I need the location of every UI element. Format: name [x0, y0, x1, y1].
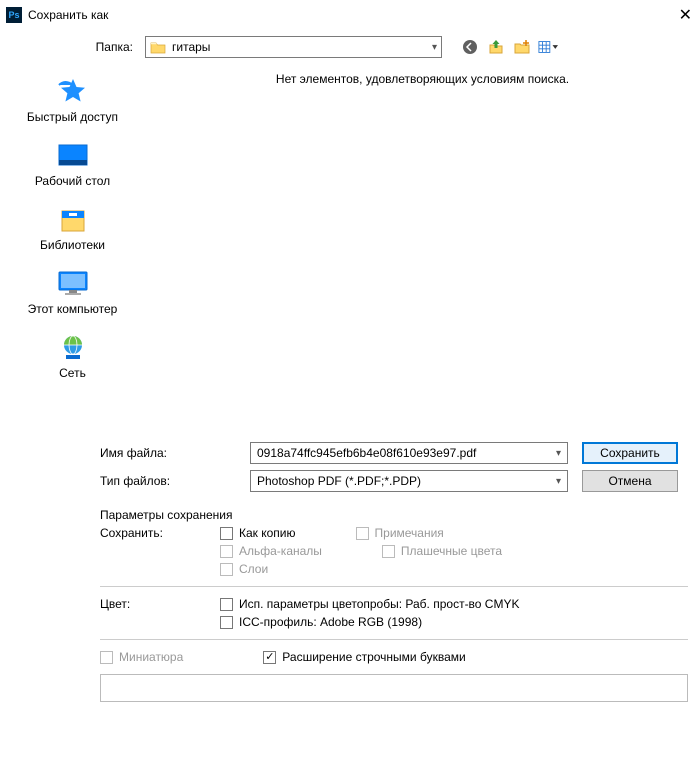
network-icon	[55, 332, 91, 364]
desktop-icon	[55, 140, 91, 172]
back-button[interactable]	[460, 37, 480, 57]
chevron-down-icon: ▾	[556, 448, 561, 459]
folder-row: Папка: гитары ▾	[0, 30, 700, 64]
save-button[interactable]: Сохранить	[582, 442, 678, 464]
file-list[interactable]: Нет элементов, удовлетворяющих условиям …	[145, 64, 700, 442]
folder-select[interactable]: гитары ▾	[145, 36, 442, 58]
folder-toolbar	[460, 37, 558, 57]
checkbox-layers: Слои	[220, 562, 502, 576]
checkbox-lowercase-ext[interactable]: ✓ Расширение строчными буквами	[263, 650, 465, 664]
color-group: Цвет: Исп. параметры цветопробы: Раб. пр…	[100, 597, 688, 629]
save-options: Параметры сохранения Сохранить: Как копи…	[100, 508, 688, 702]
place-this-pc[interactable]: Этот компьютер	[0, 264, 145, 320]
checkbox-alpha: Альфа-каналы	[220, 544, 322, 558]
empty-message: Нет элементов, удовлетворяющих условиям …	[276, 72, 569, 86]
view-menu-button[interactable]	[538, 37, 558, 57]
checkbox-box	[220, 545, 233, 558]
divider	[100, 639, 688, 640]
filetype-select[interactable]: Photoshop PDF (*.PDF;*.PDP) ▾	[250, 470, 568, 492]
filetype-row: Тип файлов: Photoshop PDF (*.PDF;*.PDP) …	[100, 470, 688, 492]
filename-input[interactable]: 0918a74ffc945efb6b4e08f610e93e97.pdf ▾	[250, 442, 568, 464]
checkbox-box	[220, 616, 233, 629]
folder-label: Папка:	[0, 40, 145, 54]
checkbox-box	[100, 651, 113, 664]
up-one-level-button[interactable]	[486, 37, 506, 57]
color-group-label: Цвет:	[100, 597, 220, 629]
checkbox-notes: Примечания	[356, 526, 444, 540]
chevron-down-icon: ▾	[556, 476, 561, 487]
folder-value: гитары	[172, 40, 210, 54]
checkbox-box	[220, 563, 233, 576]
checkbox-box	[382, 545, 395, 558]
checkbox-box	[220, 527, 233, 540]
window-title: Сохранить как	[28, 8, 662, 22]
new-folder-button[interactable]	[512, 37, 532, 57]
photoshop-icon: Ps	[6, 7, 22, 23]
place-label: Рабочий стол	[35, 174, 110, 188]
checkbox-proof[interactable]: Исп. параметры цветопробы: Раб. прост-во…	[220, 597, 519, 611]
folder-icon	[150, 40, 166, 54]
checkbox-thumbnail: Миниатюра	[100, 650, 183, 664]
titlebar: Ps Сохранить как ✕	[0, 0, 700, 30]
place-desktop[interactable]: Рабочий стол	[0, 136, 145, 192]
place-network[interactable]: Сеть	[0, 328, 145, 384]
filename-value: 0918a74ffc945efb6b4e08f610e93e97.pdf	[257, 446, 476, 460]
bottom-options: Миниатюра ✓ Расширение строчными буквами	[100, 650, 688, 664]
close-button[interactable]: ✕	[662, 5, 692, 25]
this-pc-icon	[55, 268, 91, 300]
checkbox-spot: Плашечные цвета	[382, 544, 502, 558]
file-fields: Имя файла: 0918a74ffc945efb6b4e08f610e93…	[0, 442, 700, 492]
filetype-value: Photoshop PDF (*.PDF;*.PDP)	[257, 474, 421, 488]
body: Быстрый доступ Рабочий стол Библиотеки Э…	[0, 64, 700, 442]
save-group-label: Сохранить:	[100, 526, 220, 576]
place-label: Сеть	[59, 366, 86, 380]
checkbox-box	[356, 527, 369, 540]
quick-access-icon	[55, 76, 91, 108]
filetype-label: Тип файлов:	[100, 474, 250, 488]
filename-row: Имя файла: 0918a74ffc945efb6b4e08f610e93…	[100, 442, 688, 464]
checkbox-box	[220, 598, 233, 611]
info-box	[100, 674, 688, 702]
place-libraries[interactable]: Библиотеки	[0, 200, 145, 256]
filename-label: Имя файла:	[100, 446, 250, 460]
libraries-icon	[55, 204, 91, 236]
cancel-button[interactable]: Отмена	[582, 470, 678, 492]
checkbox-box-checked: ✓	[263, 651, 276, 664]
place-label: Библиотеки	[40, 238, 105, 252]
options-title: Параметры сохранения	[100, 508, 688, 522]
places-sidebar: Быстрый доступ Рабочий стол Библиотеки Э…	[0, 64, 145, 442]
checkbox-as-copy[interactable]: Как копию	[220, 526, 296, 540]
place-label: Быстрый доступ	[27, 110, 118, 124]
divider	[100, 586, 688, 587]
place-label: Этот компьютер	[28, 302, 118, 316]
save-group: Сохранить: Как копию Примечания Альфа-ка…	[100, 526, 688, 576]
checkbox-icc-profile[interactable]: ICC-профиль: Adobe RGB (1998)	[220, 615, 519, 629]
chevron-down-icon: ▾	[432, 42, 437, 53]
place-quick-access[interactable]: Быстрый доступ	[0, 72, 145, 128]
